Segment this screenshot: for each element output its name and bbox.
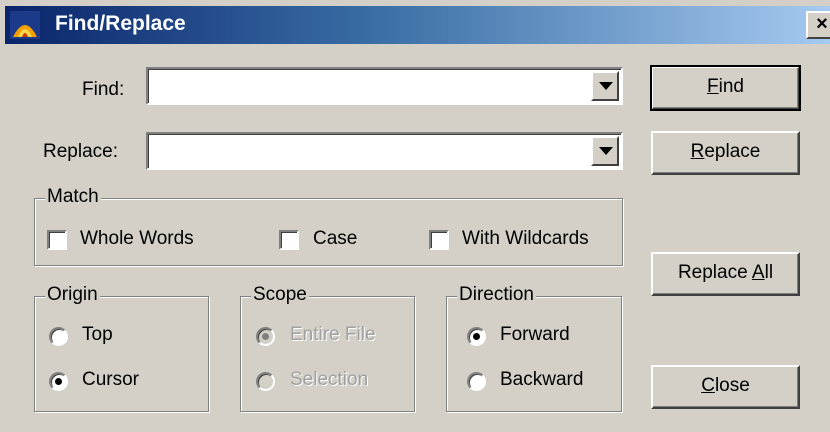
close-window-button[interactable]: × [806, 11, 830, 39]
close-button-mnemonic: C [701, 375, 715, 396]
scope-group: Scope [240, 284, 415, 412]
origin-group-title: Origin [45, 284, 100, 306]
find-button-label: ind [718, 76, 744, 97]
direction-group-title: Direction [457, 284, 536, 306]
direction-backward-radio[interactable] [467, 372, 486, 391]
replace-all-prefix: Replace [677, 262, 752, 283]
replace-button-mnemonic: R [690, 141, 705, 162]
replace-all-mnemonic: A [751, 262, 765, 283]
title-bar[interactable]: Find/Replace × [5, 6, 830, 44]
replace-combobox[interactable] [146, 132, 623, 170]
chevron-down-icon[interactable] [591, 71, 619, 101]
window-title: Find/Replace [55, 12, 186, 35]
whole-words-label[interactable]: Whole Words [80, 228, 194, 250]
chevron-down-icon[interactable] [591, 136, 619, 166]
replace-button-label: eplace [704, 141, 761, 162]
scope-selection-radio [256, 372, 275, 391]
replace-button[interactable]: Replace [651, 131, 800, 175]
direction-backward-label[interactable]: Backward [500, 369, 583, 391]
origin-group: Origin [34, 284, 209, 412]
replace-label: Replace: [43, 141, 118, 162]
case-checkbox[interactable] [279, 230, 299, 250]
direction-group: Direction [446, 284, 622, 412]
scope-group-title: Scope [251, 284, 309, 306]
whole-words-checkbox[interactable] [47, 230, 67, 250]
close-button[interactable]: Close [651, 365, 800, 409]
find-replace-dialog: Find/Replace × Find: Replace: Find Repla… [0, 0, 830, 432]
origin-cursor-label[interactable]: Cursor [82, 369, 139, 391]
replace-all-button[interactable]: Replace All [651, 252, 800, 296]
find-button[interactable]: Find [650, 65, 801, 111]
find-label: Find: [82, 79, 125, 100]
find-button-mnemonic: F [707, 76, 719, 97]
find-combobox[interactable] [146, 67, 623, 105]
close-button-label: lose [714, 375, 750, 396]
case-label[interactable]: Case [313, 228, 357, 250]
match-group-title: Match [45, 186, 101, 208]
origin-cursor-radio[interactable] [49, 372, 68, 391]
scope-entire-file-radio [256, 327, 275, 346]
scope-selection-label: Selection [290, 369, 369, 390]
with-wildcards-checkbox[interactable] [429, 230, 449, 250]
with-wildcards-label[interactable]: With Wildcards [462, 228, 589, 250]
origin-top-label[interactable]: Top [82, 324, 113, 346]
direction-forward-label[interactable]: Forward [500, 324, 570, 346]
scope-entire-file-label: Entire File [290, 324, 376, 345]
origin-top-radio[interactable] [49, 327, 68, 346]
replace-all-label: ll [764, 262, 774, 283]
direction-forward-radio[interactable] [467, 327, 486, 346]
app-icon [10, 11, 40, 39]
